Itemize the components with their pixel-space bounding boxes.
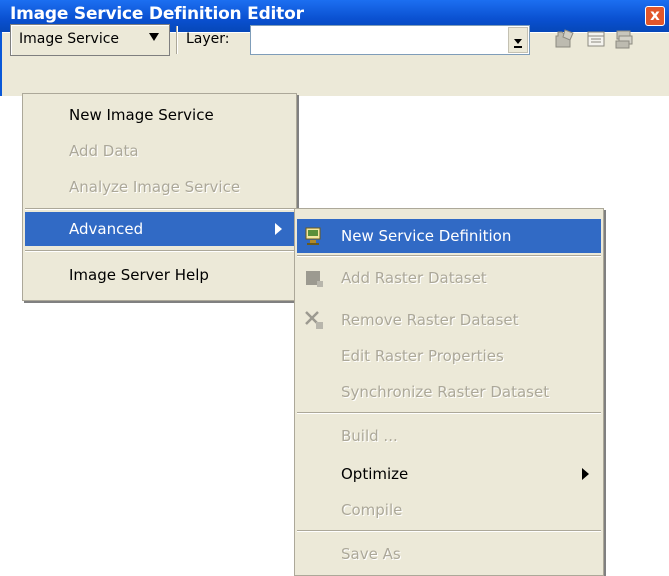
close-icon: x	[650, 6, 660, 24]
layer-combobox[interactable]	[250, 25, 530, 55]
window-title: Image Service Definition Editor	[10, 4, 304, 24]
menu-item-remove-raster-dataset: Remove Raster Dataset	[297, 303, 601, 337]
menu-item-add-data: Add Data	[25, 134, 294, 168]
menu-item-compile: Compile	[297, 493, 601, 527]
menu-item-edit-raster-properties: Edit Raster Properties	[297, 339, 601, 373]
menu-item-build: Build ...	[297, 419, 601, 453]
menu-item-label: Compile	[341, 501, 403, 519]
add-raster-icon	[306, 271, 323, 287]
toolbar-separator	[176, 26, 178, 54]
menu-separator	[297, 530, 601, 532]
menu-separator	[25, 250, 294, 252]
image-service-menu: New Image Service Add Data Analyze Image…	[22, 93, 297, 301]
service-definition-icon	[305, 227, 321, 245]
close-button[interactable]: x	[645, 6, 665, 26]
menu-item-advanced[interactable]: Advanced	[25, 212, 294, 246]
menu-item-label: Build ...	[341, 427, 398, 445]
advanced-submenu: New Service Definition Add Raster Datase…	[294, 208, 604, 576]
chevron-down-icon	[514, 39, 522, 44]
menu-item-image-server-help[interactable]: Image Server Help	[25, 258, 294, 292]
menu-separator	[25, 208, 294, 210]
menu-item-label: New Service Definition	[341, 227, 512, 245]
menu-item-synchronize-raster-dataset: Synchronize Raster Dataset	[297, 375, 601, 409]
table-icon[interactable]	[585, 28, 607, 50]
menu-item-label: Save As	[341, 545, 401, 563]
menu-item-label: Add Data	[69, 142, 139, 160]
menu-item-label: Synchronize Raster Dataset	[341, 383, 550, 401]
menu-item-label: Remove Raster Dataset	[341, 311, 519, 329]
menu-item-add-raster-dataset: Add Raster Dataset	[297, 261, 601, 295]
image-service-dropdown-button[interactable]: Image Service	[10, 24, 170, 56]
menu-item-label: New Image Service	[69, 106, 214, 124]
folder-icon[interactable]	[553, 28, 575, 50]
menu-item-label: Advanced	[69, 220, 144, 238]
layers-icon[interactable]	[613, 28, 635, 50]
menu-item-label: Edit Raster Properties	[341, 347, 504, 365]
layer-label: Layer:	[186, 31, 230, 47]
menu-item-save-as: Save As	[297, 537, 601, 571]
menu-item-analyze-image-service: Analyze Image Service	[25, 170, 294, 204]
submenu-arrow-icon	[582, 468, 589, 480]
menu-separator	[297, 255, 601, 257]
menu-item-label: Analyze Image Service	[69, 178, 241, 196]
menu-item-new-service-definition[interactable]: New Service Definition	[297, 219, 601, 253]
menu-item-new-image-service[interactable]: New Image Service	[25, 98, 294, 132]
layer-combo-dropdown-button[interactable]	[508, 27, 528, 53]
menu-separator	[297, 412, 601, 414]
menu-item-label: Image Server Help	[69, 266, 209, 284]
image-service-label: Image Service	[19, 31, 120, 47]
menu-item-optimize[interactable]: Optimize	[297, 457, 601, 491]
submenu-arrow-icon	[275, 223, 282, 235]
menu-item-label: Add Raster Dataset	[341, 269, 487, 287]
combo-underline-icon	[514, 46, 522, 48]
menu-item-label: Optimize	[341, 465, 409, 483]
remove-raster-icon	[305, 311, 323, 329]
dropdown-arrow-icon	[149, 33, 159, 41]
